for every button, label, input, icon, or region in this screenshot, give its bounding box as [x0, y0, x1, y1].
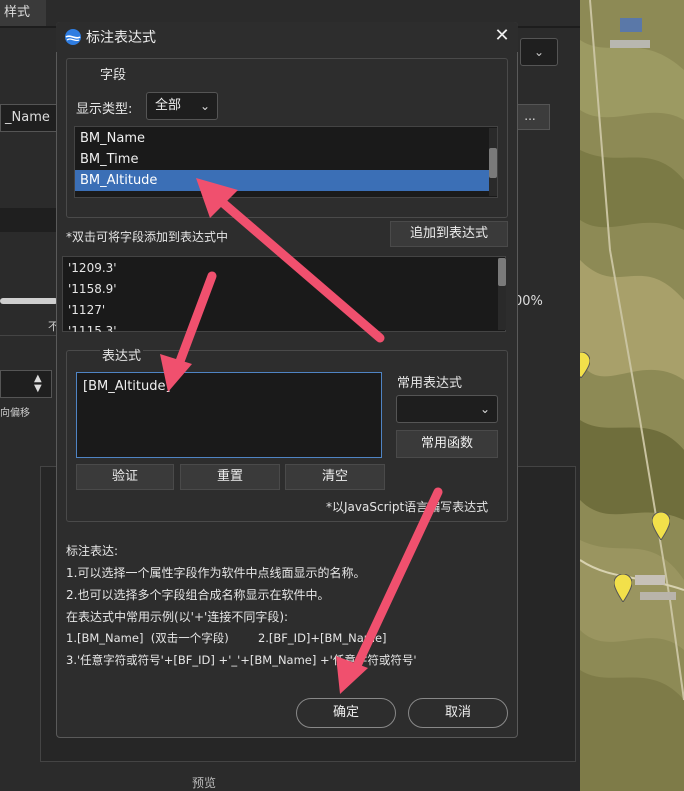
background-band — [0, 208, 58, 232]
javascript-hint: *以JavaScript语言编写表达式 — [326, 500, 489, 514]
opacity-slider[interactable] — [0, 298, 58, 304]
divider — [0, 335, 60, 336]
offset-label: 向偏移 — [0, 408, 30, 419]
map-pin-icon[interactable] — [651, 511, 671, 543]
help-line: 2.也可以选择多个字段组合成名称显示在软件中。 — [66, 588, 330, 602]
reset-button[interactable]: 重置 — [180, 464, 280, 490]
map-pin-icon[interactable] — [580, 351, 591, 381]
chevron-down-icon[interactable]: ⌄ — [480, 396, 490, 422]
map-pin-icon[interactable] — [613, 573, 633, 605]
help-line: 1.[BM_Name] (双击一个字段) 2.[BF_ID]+[BM_Name] — [66, 631, 387, 645]
satellite-map[interactable] — [580, 0, 684, 791]
double-click-hint: *双击可将字段添加到表达式中 — [66, 230, 229, 244]
help-line: 3.'任意字符或符号'+[BF_ID] +'_'+[BM_Name] +'任意字… — [66, 653, 417, 667]
spin-arrows-icon[interactable]: ▲ ▼ — [34, 374, 42, 394]
field-group-title: 字段 — [100, 68, 127, 83]
app-logo-icon — [64, 28, 82, 46]
help-title: 标注表达: — [66, 544, 119, 558]
field-item-selected[interactable]: BM_Altitude — [75, 170, 489, 191]
expression-textarea[interactable]: [BM_Altitude] — [76, 372, 382, 458]
preview-label: 预览 — [192, 776, 217, 790]
value-item-text: '1115.3' — [68, 324, 117, 332]
clear-button[interactable]: 清空 — [285, 464, 385, 490]
value-item[interactable]: '1115.3' — [68, 324, 117, 332]
field-item[interactable]: BM_Name — [75, 128, 489, 149]
append-to-expression-button[interactable]: 追加到表达式 — [390, 221, 508, 247]
value-item[interactable]: '1209.3' — [68, 261, 117, 275]
help-line: 1.可以选择一个属性字段作为软件中点线面显示的名称。 — [66, 566, 366, 580]
expression-group-title: 表达式 — [100, 345, 144, 364]
ok-button[interactable]: 确定 — [296, 698, 396, 728]
values-scroll-thumb[interactable] — [498, 258, 506, 286]
help-line: 在表达式中常用示例(以'+'连接不同字段): — [66, 610, 289, 624]
verify-button[interactable]: 验证 — [76, 464, 174, 490]
opacity-percent: 00% — [514, 294, 543, 309]
field-values-list[interactable] — [62, 256, 506, 332]
style-tab[interactable]: 样式 — [0, 0, 46, 26]
close-icon[interactable]: ✕ — [490, 24, 514, 48]
show-type-label: 显示类型: — [76, 102, 133, 117]
background-dropdown[interactable]: ⌄ — [520, 38, 558, 66]
chevron-down-icon[interactable]: ⌄ — [200, 93, 210, 119]
dialog-title: 标注表达式 — [86, 30, 156, 46]
common-functions-button[interactable]: 常用函数 — [396, 430, 498, 458]
name-field[interactable]: _Name — [0, 104, 60, 132]
map-imagery — [580, 0, 684, 791]
field-list-scroll-thumb[interactable] — [489, 148, 497, 178]
field-item[interactable]: BM_Time — [75, 149, 489, 170]
common-expression-label: 常用表达式 — [397, 376, 463, 391]
value-item[interactable]: '1158.9' — [68, 282, 117, 296]
cancel-button[interactable]: 取消 — [408, 698, 508, 728]
offset-spinbox[interactable] — [0, 370, 52, 398]
value-item[interactable]: '1127' — [68, 303, 105, 317]
